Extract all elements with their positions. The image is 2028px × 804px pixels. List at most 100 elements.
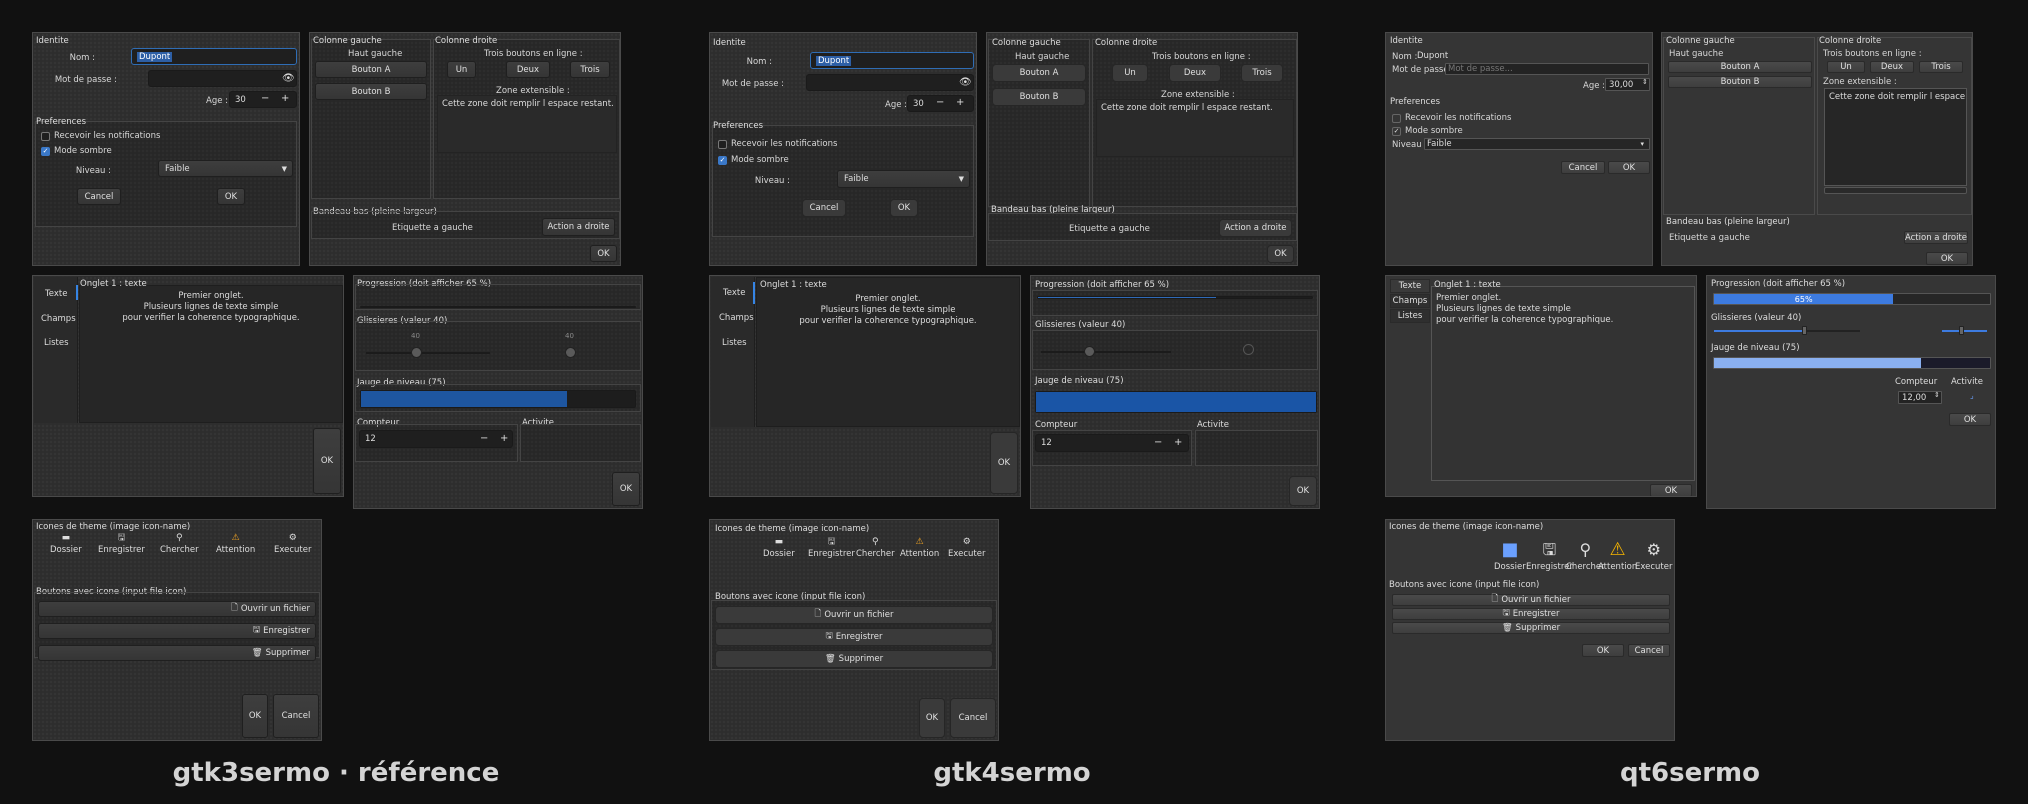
cancel-button[interactable]: Cancel — [802, 199, 846, 217]
ok-button[interactable]: OK — [890, 199, 918, 217]
deux-button[interactable]: Deux — [1870, 61, 1914, 73]
ok-button[interactable]: OK — [1582, 644, 1624, 657]
counter-spin[interactable]: 12 — [359, 430, 513, 448]
plus-icon[interactable]: + — [281, 93, 289, 104]
save-button[interactable]: 🖫 Enregistrer — [1392, 608, 1670, 620]
tab-listes[interactable]: Listes — [1390, 309, 1430, 323]
ok-button[interactable]: OK — [1608, 161, 1650, 174]
button-a[interactable]: Bouton A — [992, 64, 1086, 82]
notif-checkbox[interactable]: Recevoir les notifications — [1392, 113, 1511, 123]
ok-button[interactable]: OK — [217, 188, 245, 205]
save-button[interactable]: 🖫 Enregistrer — [715, 628, 993, 646]
un-button[interactable]: Un — [447, 61, 476, 78]
tab-texte[interactable]: Texte — [1390, 279, 1430, 293]
spin-arrows-icon[interactable]: ⇕ — [1642, 78, 1648, 86]
hslider-track[interactable] — [1041, 351, 1171, 353]
zone-textarea[interactable]: Cette zone doit remplir l espace restant… — [437, 95, 617, 153]
tab-champs[interactable]: Champs — [1390, 294, 1430, 308]
niveau-combo[interactable]: Faible ▼ — [158, 160, 293, 177]
plus-icon[interactable]: + — [956, 97, 964, 108]
ok-button[interactable]: OK — [1289, 476, 1317, 506]
tab-champs[interactable]: Champs — [719, 313, 754, 323]
niveau-combo[interactable]: Faible ▾ — [1424, 138, 1650, 150]
niveau-combo[interactable]: Faible ▼ — [837, 170, 970, 188]
vslider-knob[interactable] — [565, 347, 576, 358]
tab-listes[interactable]: Listes — [722, 338, 747, 348]
ok-button[interactable]: OK — [919, 698, 945, 738]
eye-icon[interactable]: 👁 — [282, 73, 295, 84]
cancel-button[interactable]: Cancel — [1628, 644, 1670, 657]
button-a[interactable]: Bouton A — [315, 61, 427, 78]
counter-spin[interactable]: 12 — [1035, 434, 1189, 452]
minus-icon[interactable]: − — [1154, 437, 1162, 448]
nom-input[interactable]: Dupont — [1416, 49, 1649, 62]
tab-texte[interactable]: Texte — [723, 288, 745, 298]
plus-icon[interactable]: + — [1174, 437, 1182, 448]
dark-checkbox[interactable]: ✓ Mode sombre — [718, 155, 789, 165]
vslider-knob[interactable] — [1959, 326, 1964, 335]
zone-textarea[interactable]: Cette zone doit remplir l espace restant… — [1096, 99, 1294, 157]
vslider-knob[interactable] — [1243, 344, 1254, 355]
vslider-track[interactable] — [1942, 330, 1987, 332]
ok-button[interactable]: OK — [313, 428, 341, 494]
hslider-knob[interactable] — [411, 347, 422, 358]
banner-action-button[interactable]: Action a droite — [1219, 219, 1292, 237]
button-b[interactable]: Bouton B — [992, 88, 1086, 106]
mdp-input[interactable]: Mot de passe... — [1445, 63, 1649, 75]
un-button[interactable]: Un — [1827, 61, 1865, 73]
minus-icon[interactable]: − — [480, 433, 488, 444]
deux-button[interactable]: Deux — [1169, 64, 1221, 82]
hslider-track[interactable] — [366, 352, 490, 354]
banner-action-button[interactable]: Action a droite — [1904, 231, 1968, 244]
ok-button[interactable]: OK — [1267, 245, 1294, 263]
cancel-button[interactable]: Cancel — [950, 698, 996, 738]
trois-button[interactable]: Trois — [1241, 64, 1283, 82]
minus-icon[interactable]: − — [936, 97, 944, 108]
trois-button[interactable]: Trois — [1919, 61, 1963, 73]
delete-button[interactable]: 🗑 Supprimer — [38, 645, 316, 661]
cancel-button[interactable]: Cancel — [77, 188, 121, 205]
nom-input[interactable]: Dupont — [131, 48, 297, 65]
hslider-knob[interactable] — [1802, 326, 1807, 335]
open-file-button[interactable]: 🗋 Ouvrir un fichier — [1392, 594, 1670, 606]
notif-checkbox[interactable]: Recevoir les notifications — [41, 131, 160, 141]
nom-input[interactable]: Dupont — [810, 52, 974, 69]
mdp-input[interactable] — [148, 70, 297, 87]
hslider-knob[interactable] — [1084, 346, 1095, 357]
horizontal-scrollbar[interactable] — [1824, 187, 1967, 194]
deux-button[interactable]: Deux — [506, 61, 550, 78]
button-b[interactable]: Bouton B — [315, 83, 427, 100]
ok-button[interactable]: OK — [1926, 252, 1968, 265]
banner-action-button[interactable]: Action a droite — [542, 218, 615, 236]
ok-button[interactable]: OK — [590, 245, 617, 262]
notif-checkbox[interactable]: Recevoir les notifications — [718, 139, 837, 149]
cancel-button[interactable]: Cancel — [273, 694, 319, 738]
plus-icon[interactable]: + — [500, 433, 508, 444]
button-b[interactable]: Bouton B — [1668, 76, 1812, 88]
cancel-button[interactable]: Cancel — [1561, 161, 1605, 174]
open-file-button[interactable]: 🗋 Ouvrir un fichier — [38, 601, 316, 617]
ok-button[interactable]: OK — [242, 694, 268, 738]
delete-button[interactable]: 🗑 Supprimer — [1392, 622, 1670, 634]
trois-button[interactable]: Trois — [570, 61, 610, 78]
un-button[interactable]: Un — [1112, 64, 1148, 82]
dark-checkbox[interactable]: ✓ Mode sombre — [1392, 126, 1463, 136]
hslider-track[interactable] — [1714, 330, 1804, 332]
tab-texte[interactable]: Texte — [45, 289, 67, 299]
spin-arrows-icon[interactable]: ⇕ — [1934, 391, 1940, 399]
minus-icon[interactable]: − — [261, 93, 269, 104]
ok-button[interactable]: OK — [990, 432, 1018, 494]
save-button[interactable]: 🖫 Enregistrer — [38, 623, 316, 639]
open-file-button[interactable]: 🗋 Ouvrir un fichier — [715, 606, 993, 624]
ok-button[interactable]: OK — [612, 472, 640, 506]
ok-button[interactable]: OK — [1949, 413, 1991, 426]
delete-button[interactable]: 🗑 Supprimer — [715, 650, 993, 668]
eye-icon[interactable]: 👁 — [959, 77, 972, 88]
ok-button[interactable]: OK — [1650, 484, 1692, 496]
mdp-input[interactable] — [806, 74, 974, 91]
tab-champs[interactable]: Champs — [41, 314, 76, 324]
zone-textarea[interactable]: Cette zone doit remplir l espace restar — [1824, 88, 1967, 186]
tab-listes[interactable]: Listes — [44, 338, 69, 348]
dark-checkbox[interactable]: ✓ Mode sombre — [41, 146, 112, 156]
button-a[interactable]: Bouton A — [1668, 61, 1812, 73]
